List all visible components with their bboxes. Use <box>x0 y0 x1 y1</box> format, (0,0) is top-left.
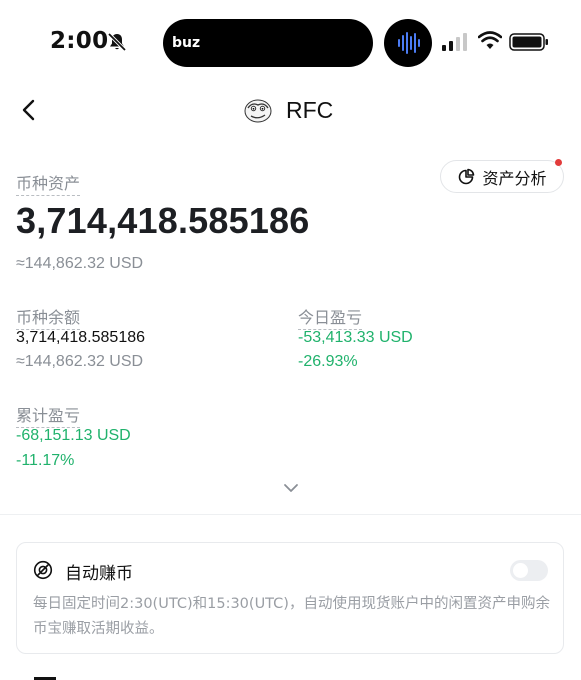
status-time: 2:00 <box>50 28 109 54</box>
total-pnl-percent: -11.17% <box>16 452 75 469</box>
toggle-knob <box>513 563 528 578</box>
asset-analysis-label: 资产分析 <box>482 168 547 188</box>
expand-chevron-icon[interactable] <box>282 481 300 495</box>
total-pnl-amount: -68,151.13 USD <box>16 427 131 444</box>
asset-label[interactable]: 币种资产 <box>16 170 81 196</box>
wifi-icon <box>478 31 502 49</box>
today-pnl-percent: -26.93% <box>298 353 358 370</box>
island-app-label: buz <box>172 35 201 51</box>
balance-amount: 3,714,418.585186 <box>16 329 146 346</box>
audio-wave-icon <box>398 32 420 54</box>
coin-logo-icon <box>244 99 272 123</box>
back-icon[interactable] <box>18 96 40 124</box>
battery-icon <box>509 33 548 51</box>
section-divider <box>0 514 581 515</box>
notification-dot <box>555 159 562 166</box>
total-pnl-label[interactable]: 累计盈亏 <box>16 402 81 428</box>
auto-earn-icon <box>33 560 53 580</box>
audio-wave-bubble <box>384 19 432 67</box>
pie-chart-icon <box>459 168 475 184</box>
auto-earn-description: 每日固定时间2:30(UTC)和15:30(UTC)，自动使用现货账户中的闲置资… <box>33 596 550 637</box>
asset-analysis-button[interactable]: 资产分析 <box>440 160 564 193</box>
signal-icon <box>442 33 467 51</box>
total-asset-amount: 3,714,418.585186 <box>16 200 310 241</box>
total-asset-usd: ≈144,862.32 USD <box>16 255 144 272</box>
coin-title: RFC <box>286 97 334 123</box>
next-section-peek <box>34 677 56 680</box>
today-pnl-amount: -53,413.33 USD <box>298 329 413 346</box>
balance-usd: ≈144,862.32 USD <box>16 353 144 370</box>
today-pnl-label[interactable]: 今日盈亏 <box>298 304 363 330</box>
bell-slash-icon <box>107 32 127 52</box>
balance-label[interactable]: 币种余额 <box>16 304 81 330</box>
auto-earn-title: 自动赚币 <box>65 564 133 584</box>
